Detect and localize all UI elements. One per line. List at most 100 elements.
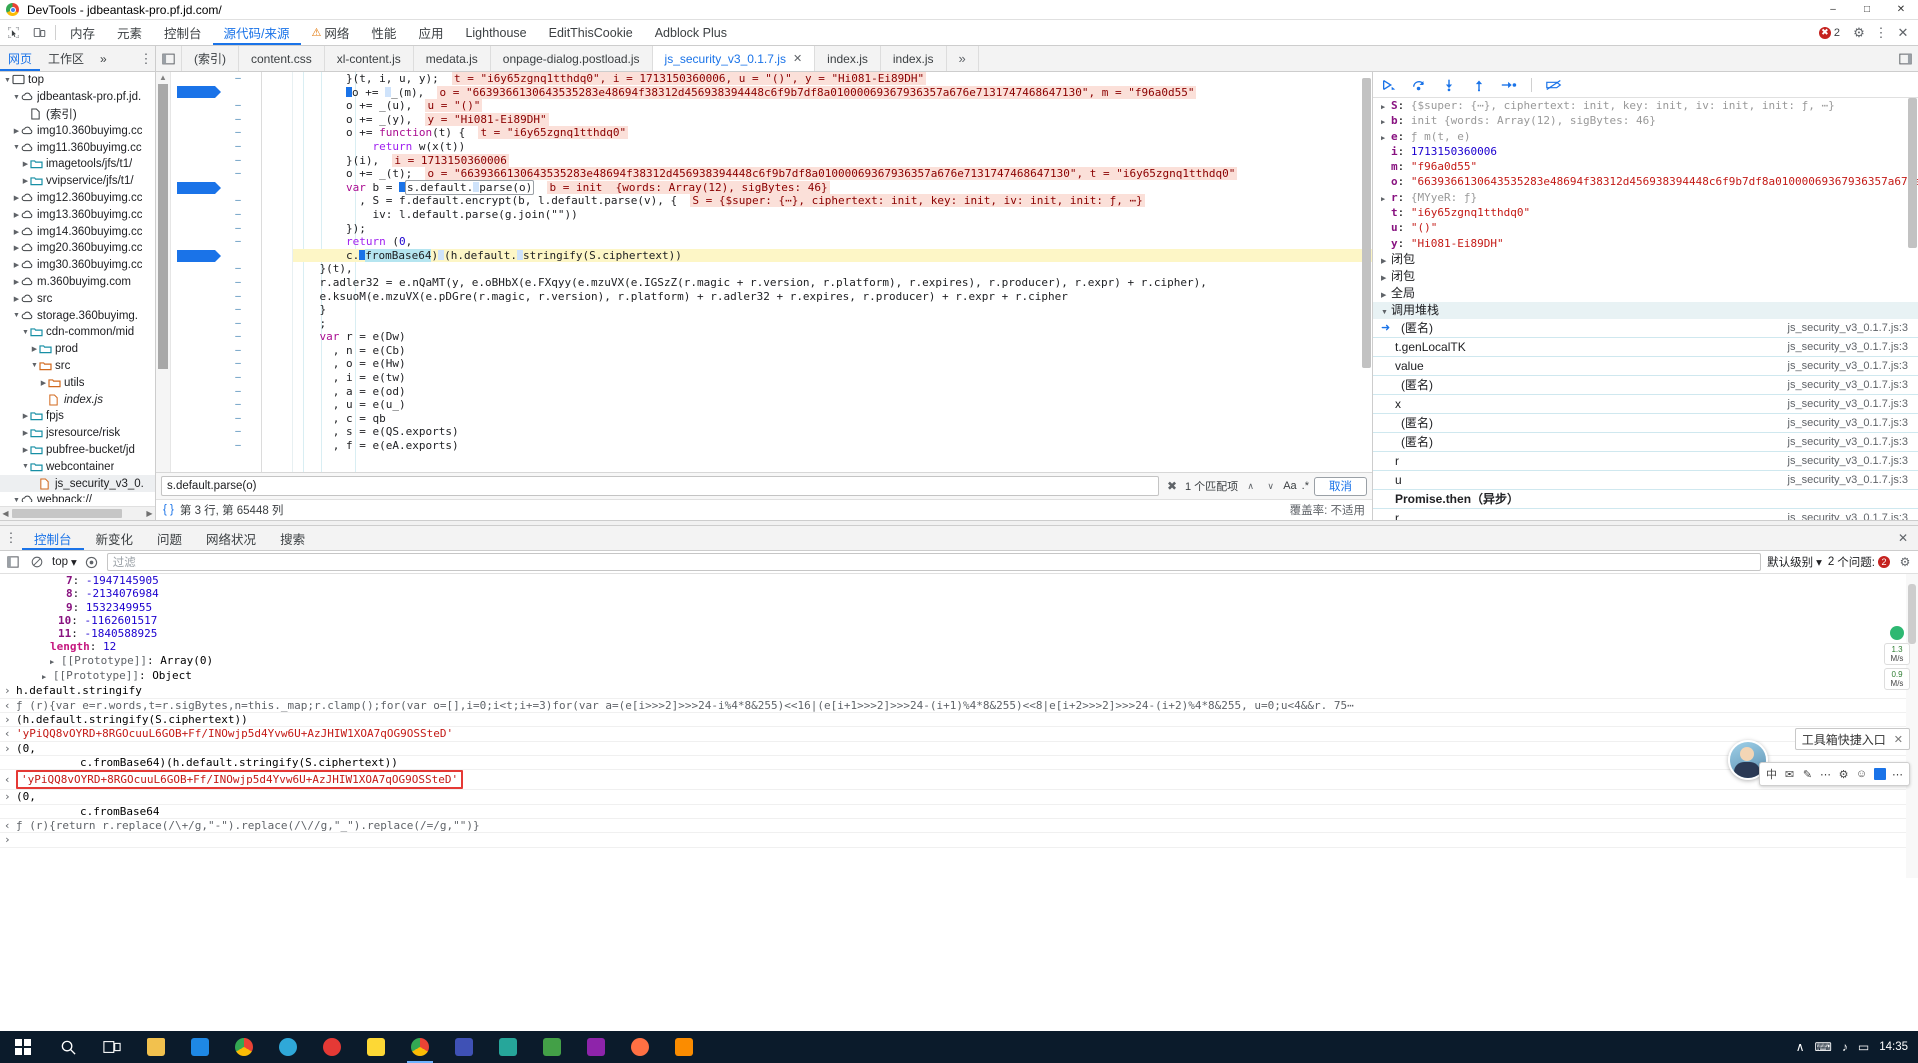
cancel-search-button[interactable]: 取消 — [1314, 476, 1367, 496]
code-line[interactable]: }(t, i, u, y); t = "i6y65zgnq1tthdq0", i… — [293, 72, 1372, 86]
close-tab-icon[interactable]: ✕ — [793, 52, 802, 65]
tree-item[interactable]: ▼ jdbeantask-pro.pf.jd. — [0, 89, 155, 106]
inspect-element-icon[interactable] — [0, 20, 26, 45]
scope-variable[interactable]: ▶ e: ƒ m(t, e) — [1373, 129, 1918, 144]
file-tab-more[interactable]: » — [947, 46, 979, 71]
next-match-button[interactable]: ∨ — [1263, 478, 1278, 494]
previous-match-button[interactable]: ∧ — [1243, 478, 1258, 494]
scope-variable[interactable]: ▶ S: {$super: {⋯}, ciphertext: init, key:… — [1373, 98, 1918, 113]
twisty-icon[interactable]: ▼ — [12, 312, 21, 319]
twisty-icon[interactable]: ▼ — [21, 329, 30, 336]
scope-variable[interactable]: u: "()" — [1373, 220, 1918, 235]
fold-slot[interactable] — [262, 194, 292, 208]
debugger-vscrollbar[interactable] — [1907, 98, 1918, 520]
ime-mode-item[interactable]: 中 — [1765, 766, 1778, 782]
fold-slot[interactable] — [262, 99, 292, 113]
tree-item[interactable]: ▼ webcontainer — [0, 458, 155, 475]
twisty-icon[interactable]: ▶ — [30, 345, 39, 353]
tree-item[interactable]: ▼ top — [0, 72, 155, 89]
error-count-badge[interactable]: ✖ 2 — [1818, 26, 1840, 39]
console-sidebar-icon[interactable] — [4, 553, 22, 571]
taskbar-clock[interactable]: 14:35 — [1879, 1041, 1908, 1053]
breakpoint-slot[interactable] — [171, 154, 215, 168]
console-vscrollbar[interactable] — [1906, 574, 1918, 878]
tree-item[interactable]: index.js — [0, 391, 155, 408]
mail-icon[interactable] — [178, 1031, 222, 1063]
file-tab-index[interactable]: (索引) — [182, 46, 239, 71]
console-output-row[interactable]: ‹'yPiQQ8vOYRD+8RGOcuuL6GOB+Ff/INOwjp5d4Y… — [0, 727, 1918, 742]
breakpoint-marker[interactable] — [177, 86, 221, 99]
maximize-button[interactable]: □ — [1850, 0, 1884, 19]
tree-item[interactable]: js_security_v3_0. — [0, 475, 155, 492]
twisty-icon[interactable]: ▶ — [12, 194, 21, 202]
twisty-icon[interactable]: ▶ — [12, 295, 21, 303]
code-line[interactable]: }(i), i = 1713150360006 — [293, 153, 1372, 168]
breakpoint-slot[interactable] — [171, 86, 221, 100]
regex-button[interactable]: .* — [1302, 480, 1309, 492]
code-line[interactable]: c. fromBase64) (h.default. stringify(S.ciph… — [293, 248, 1372, 263]
scope-variable[interactable]: o: "6639366130643535283e48694f38312d4569… — [1373, 174, 1918, 189]
tab-editthiscookie[interactable]: EditThisCookie — [538, 20, 644, 45]
close-icon[interactable]: ✕ — [1894, 733, 1903, 746]
call-stack-frame[interactable]: t.genLocalTK js_security_v3_0.1.7.js:3 — [1373, 338, 1918, 357]
search-input[interactable]: s.default.parse(o) — [161, 476, 1159, 496]
breakpoint-slot[interactable] — [171, 249, 221, 263]
console-output-row[interactable]: ‹'yPiQQ8vOYRD+8RGOcuuL6GOB+Ff/INOwjp5d4Y… — [0, 770, 1918, 791]
code-line[interactable]: ; — [293, 317, 1372, 331]
console-output-row[interactable]: ‹ ƒ (r){return r.replace(/\+/g,"-").repla… — [0, 819, 1918, 834]
scope-variable[interactable]: ▶ b: init {words: Array(12), sigBytes: 46… — [1373, 113, 1918, 128]
console-input-row[interactable]: › h.default.stringify — [0, 684, 1918, 699]
kebab-icon[interactable]: ⋮ — [1870, 23, 1892, 43]
app-teal-icon[interactable] — [486, 1031, 530, 1063]
deactivate-breakpoints-button[interactable] — [1544, 76, 1564, 94]
twisty-icon[interactable]: ▶ — [12, 261, 21, 269]
breakpoint-slot[interactable] — [171, 208, 215, 222]
step-out-button[interactable] — [1469, 76, 1489, 94]
twisty-icon[interactable]: ▶ — [21, 446, 30, 454]
breakpoint-gutter[interactable] — [171, 72, 221, 472]
file-tree-hscrollbar[interactable]: ◀ ▶ — [0, 506, 155, 520]
breakpoint-slot[interactable] — [171, 262, 215, 276]
tree-item[interactable]: ▶ prod — [0, 341, 155, 358]
tab-sources[interactable]: 源代码/来源 — [213, 20, 301, 45]
app-red-icon[interactable] — [310, 1031, 354, 1063]
drawer-tab-changes[interactable]: 新变化 — [84, 526, 146, 550]
code-line[interactable]: } — [293, 303, 1372, 317]
fold-slot[interactable] — [262, 276, 292, 290]
match-case-button[interactable]: Aa — [1283, 480, 1296, 492]
tree-item[interactable]: ▼ storage.360buyimg. — [0, 307, 155, 324]
console-output-row[interactable]: 8: -2134076984 — [0, 587, 1918, 600]
tray-expand-icon[interactable]: ∧ — [1796, 1040, 1805, 1054]
scope-and-callstack[interactable]: ▶ S: {$super: {⋯}, ciphertext: init, key:… — [1373, 98, 1918, 520]
twisty-icon[interactable]: ▶ — [12, 228, 21, 236]
nav-tab-more[interactable]: » — [92, 46, 115, 71]
file-tab-content-css[interactable]: content.css — [239, 46, 325, 71]
twisty-icon[interactable]: ▶ — [21, 412, 30, 420]
code-line[interactable]: , c = qb — [293, 412, 1372, 426]
call-stack-frame[interactable]: r js_security_v3_0.1.7.js:3 — [1373, 509, 1918, 520]
file-tab-medata-js[interactable]: medata.js — [414, 46, 491, 71]
drawer-tab-issues[interactable]: 问题 — [145, 526, 194, 550]
twisty-icon[interactable]: ▶ — [21, 160, 30, 168]
chrome-active-icon[interactable] — [398, 1031, 442, 1063]
call-stack-header[interactable]: ▼ 调用堆栈 — [1373, 301, 1918, 319]
fold-slot[interactable] — [262, 303, 292, 317]
drawer-tab-network-conditions[interactable]: 网络状况 — [194, 526, 268, 550]
console-output-row[interactable]: 11: -1840588925 — [0, 627, 1918, 640]
breakpoint-slot[interactable] — [171, 235, 215, 249]
fold-slot[interactable] — [262, 412, 292, 426]
console-input-row[interactable]: c.fromBase64)(h.default.stringify(S.ciph… — [0, 756, 1918, 771]
console-output-row[interactable]: 10: -1162601517 — [0, 614, 1918, 627]
tab-elements[interactable]: 元素 — [106, 20, 153, 45]
edge-icon[interactable] — [266, 1031, 310, 1063]
breakpoint-slot[interactable] — [171, 167, 215, 181]
fold-slot[interactable] — [262, 72, 292, 86]
fold-slot[interactable] — [262, 371, 292, 385]
tree-item[interactable]: ▶ m.360buyimg.com — [0, 274, 155, 291]
device-toolbar-icon[interactable] — [26, 20, 52, 45]
close-window-button[interactable]: ✕ — [1884, 0, 1918, 19]
code-line[interactable]: o += _(u), u = "()" — [293, 99, 1372, 113]
breakpoint-slot[interactable] — [171, 140, 215, 154]
twisty-icon[interactable]: ▼ — [30, 362, 39, 369]
gear-icon[interactable]: ⚙ — [1896, 553, 1914, 571]
